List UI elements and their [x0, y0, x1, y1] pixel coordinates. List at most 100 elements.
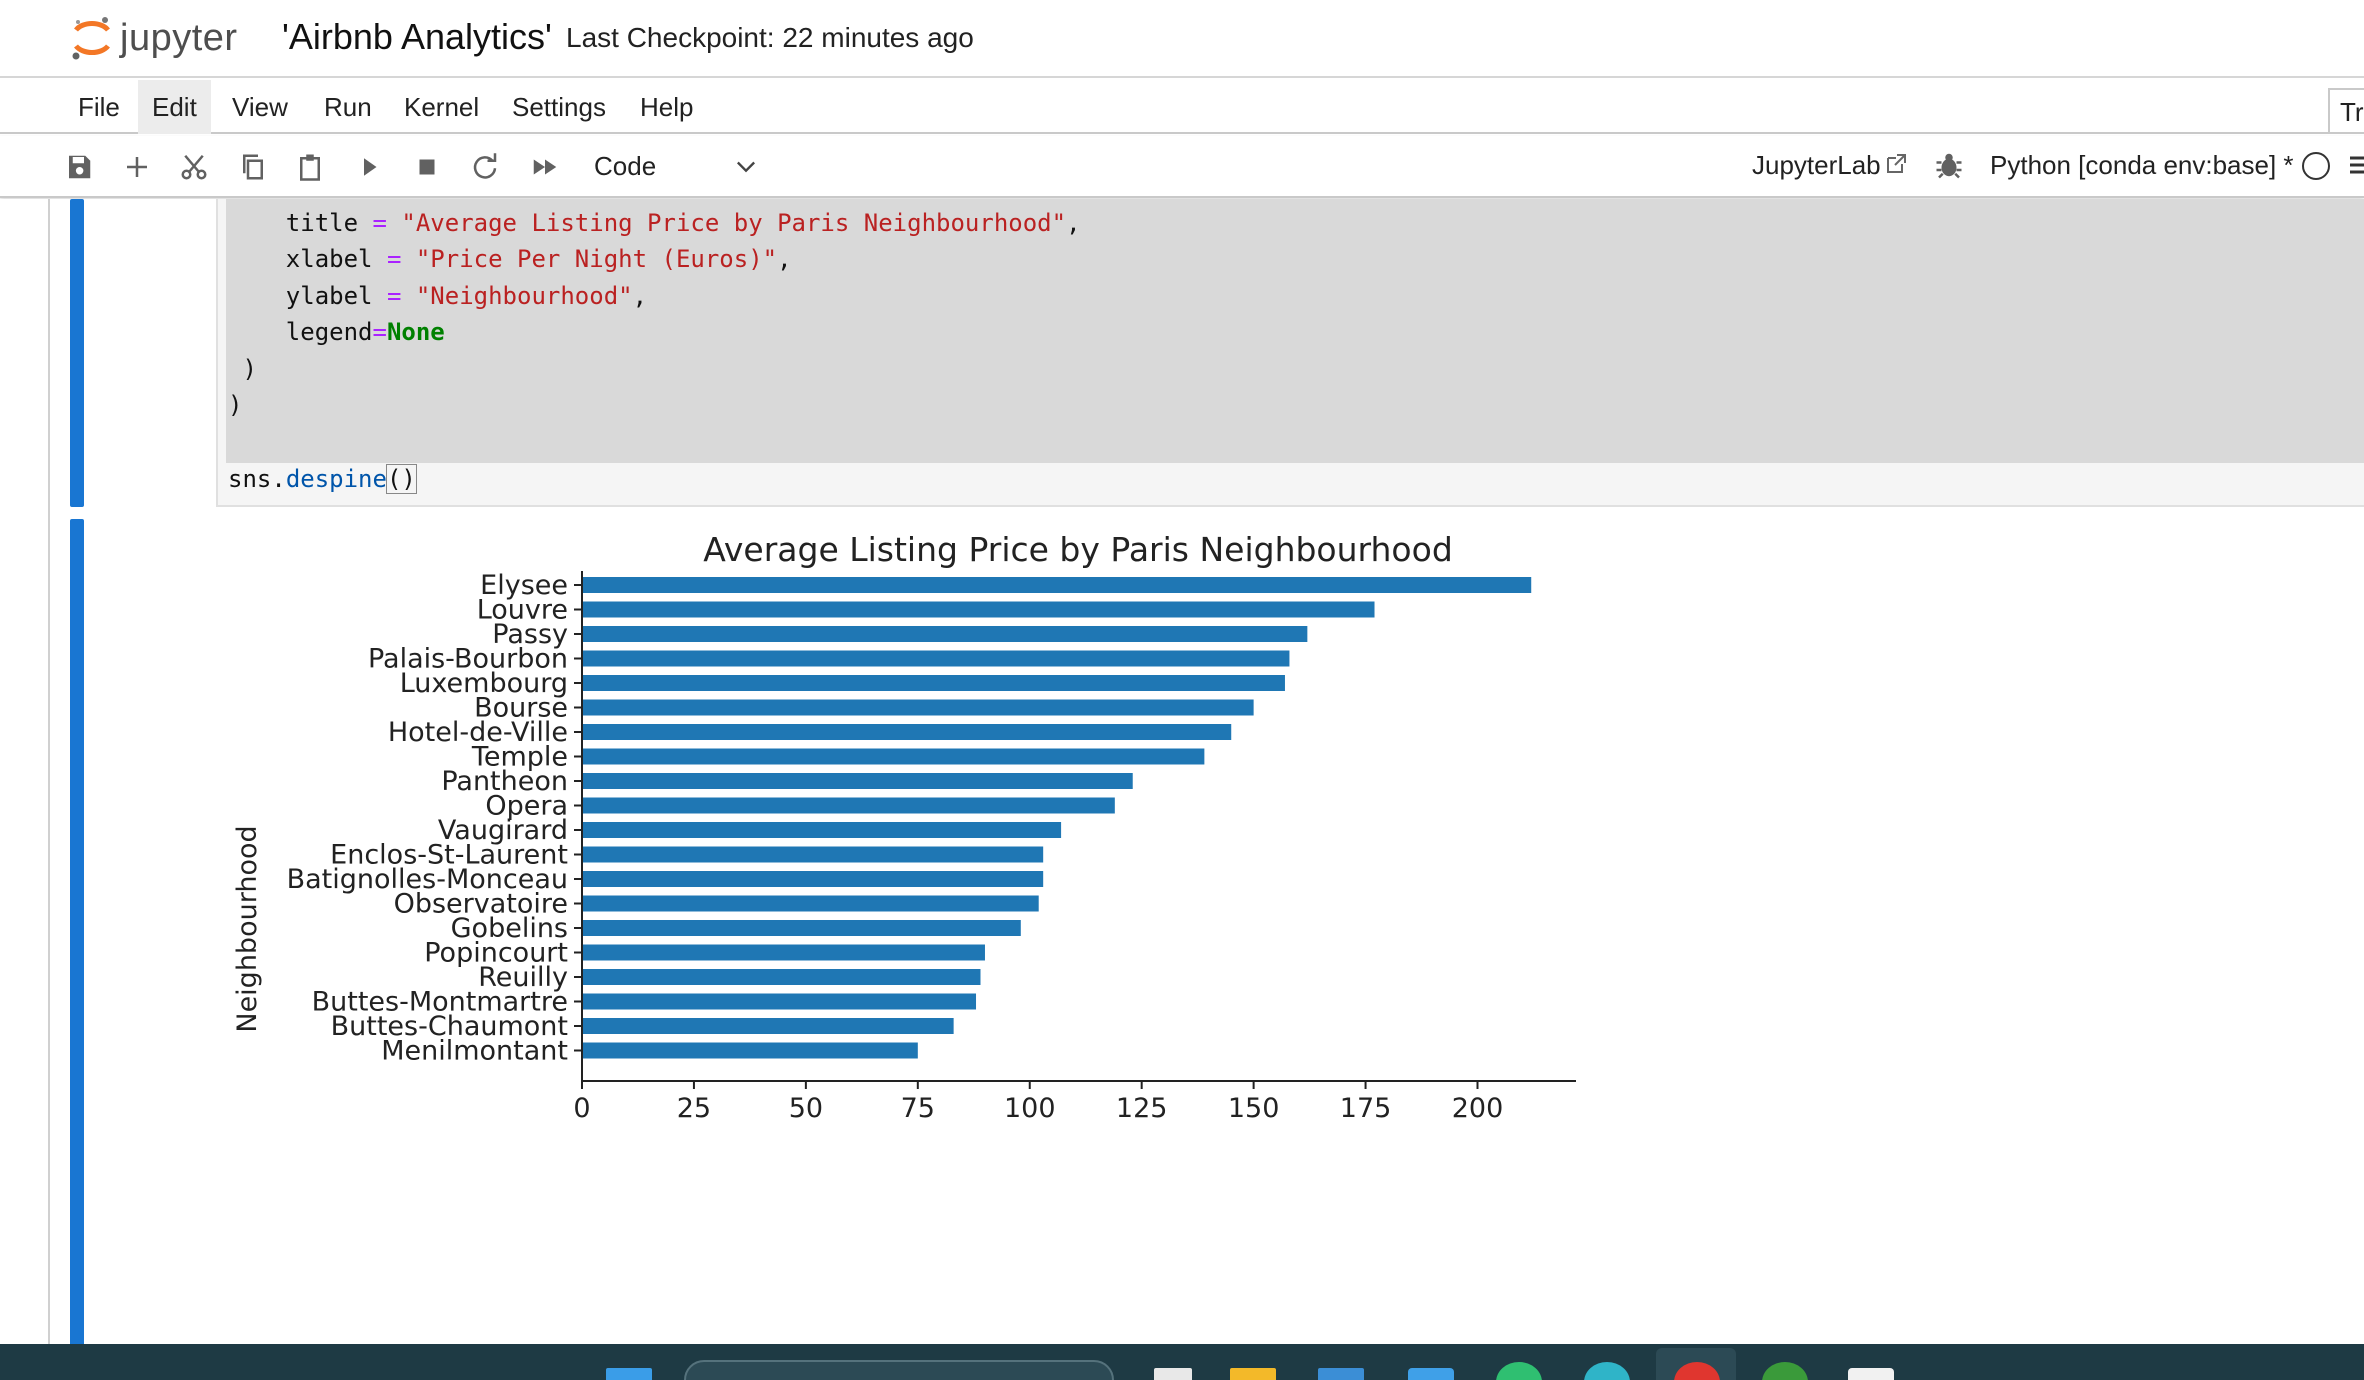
- external-link-icon: [1887, 154, 1906, 173]
- x-tick-label: 0: [573, 1093, 590, 1124]
- jupyter-logo-icon: [72, 17, 110, 60]
- paste-button[interactable]: [291, 148, 329, 186]
- code-selection: [226, 199, 2364, 463]
- app-icon-white[interactable]: [1848, 1368, 1894, 1380]
- chart-y-ticks: ElyseeLouvrePassyPalais-BourbonLuxembour…: [287, 570, 582, 1067]
- add-cell-icon: [127, 157, 147, 177]
- stop-icon: [419, 159, 435, 175]
- menu-file[interactable]: File: [64, 80, 134, 134]
- menu-settings[interactable]: Settings: [498, 80, 620, 134]
- x-tick-label: 150: [1228, 1093, 1280, 1124]
- notebook-left-border: [48, 199, 50, 1344]
- bar-opera: [582, 797, 1115, 814]
- notebook-title[interactable]: 'Airbnb Analytics': [282, 16, 552, 58]
- bar-vaugirard: [582, 822, 1062, 838]
- run-icon: [364, 158, 377, 176]
- run-all-button[interactable]: [526, 148, 564, 186]
- fast-forward-icon: [533, 159, 557, 175]
- input-collapser[interactable]: [70, 199, 84, 507]
- checkpoint-status: Last Checkpoint: 22 minutes ago: [566, 22, 974, 53]
- bar-observatoire: [582, 895, 1039, 912]
- bar-buttes-montmartre: [582, 993, 977, 1010]
- code-line-despine: sns.despine(): [228, 464, 417, 494]
- app-icon[interactable]: [1584, 1362, 1630, 1380]
- whatsapp-icon[interactable]: [1496, 1362, 1542, 1380]
- save-icon: [69, 155, 91, 179]
- y-tick-label: Menilmontant: [381, 1036, 568, 1067]
- code-line-title: title = "Average Listing Price by Paris …: [285, 209, 1081, 237]
- bar-temple: [582, 748, 1205, 765]
- bar-chart: Average Listing Price by Paris Neighbour…: [232, 530, 1576, 1124]
- cell-type-select[interactable]: Code: [594, 146, 764, 186]
- jupyter-logo[interactable]: jupyter: [68, 8, 268, 68]
- chart-bars: [582, 577, 1532, 1059]
- save-button[interactable]: [60, 148, 98, 186]
- x-tick-label: 175: [1340, 1093, 1392, 1124]
- app-header: jupyter 'Airbnb Analytics' Last Checkpoi…: [0, 0, 2364, 78]
- kernel-status-icon: [2302, 152, 2330, 180]
- bar-luxembourg: [582, 675, 1285, 691]
- bar-gobelins: [582, 920, 1021, 936]
- bar-palais-bourbon: [582, 650, 1290, 667]
- output-collapser[interactable]: [70, 519, 84, 1344]
- bar-elysee: [582, 577, 1532, 593]
- cell-type-value: Code: [594, 151, 657, 181]
- add-cell-button[interactable]: [118, 148, 156, 186]
- menu-kernel[interactable]: Kernel: [390, 80, 493, 134]
- app-icon-green[interactable]: [1762, 1362, 1808, 1380]
- jupyterlab-link[interactable]: JupyterLab: [1752, 150, 1881, 181]
- x-tick-label: 25: [677, 1093, 711, 1124]
- bar-batignolles-monceau: [582, 871, 1044, 887]
- chevron-down-icon: [737, 161, 755, 173]
- partial-tab[interactable]: Tr: [2328, 88, 2364, 132]
- copy-button[interactable]: [234, 148, 272, 186]
- notebook-panel: title = "Average Listing Price by Paris …: [0, 199, 2364, 1344]
- task-view-icon[interactable]: [1154, 1368, 1192, 1380]
- menu-run[interactable]: Run: [310, 80, 386, 134]
- menu-icon[interactable]: [2348, 154, 2364, 176]
- x-tick-label: 50: [789, 1093, 823, 1124]
- stop-button[interactable]: [408, 148, 446, 186]
- windows-start-icon[interactable]: [606, 1368, 652, 1380]
- bar-pantheon: [582, 773, 1133, 789]
- restart-button[interactable]: [466, 148, 504, 186]
- bar-reuilly: [582, 969, 981, 985]
- code-line-close1: ): [228, 355, 257, 383]
- code-line-xlabel: xlabel = "Price Per Night (Euros)",: [285, 245, 792, 273]
- cut-button[interactable]: [175, 148, 213, 186]
- taskbar-search-input[interactable]: [684, 1360, 1114, 1380]
- menu-help[interactable]: Help: [626, 80, 707, 134]
- bar-hotel-de-ville: [582, 724, 1232, 740]
- kernel-name[interactable]: Python [conda env:base] *: [1990, 150, 2294, 181]
- chart-y-axis-label: Neighbourhood: [232, 825, 263, 1032]
- code-line-ylabel: ylabel = "Neighbourhood",: [285, 282, 648, 310]
- edge-icon[interactable]: [1408, 1368, 1454, 1380]
- x-tick-label: 200: [1452, 1093, 1504, 1124]
- bar-menilmontant: [582, 1042, 918, 1059]
- logo-text: jupyter: [120, 16, 238, 59]
- os-taskbar: [0, 1344, 2364, 1380]
- restart-icon: [473, 153, 497, 179]
- code-line-legend: legend=None: [285, 318, 445, 346]
- bar-enclos-st-laurent: [582, 846, 1044, 863]
- x-tick-label: 100: [1004, 1093, 1056, 1124]
- debugger-icon[interactable]: [1934, 150, 1964, 180]
- store-icon[interactable]: [1318, 1368, 1364, 1380]
- bar-passy: [582, 626, 1308, 642]
- x-tick-label: 125: [1116, 1093, 1168, 1124]
- bar-popincourt: [582, 944, 985, 961]
- menu-edit[interactable]: Edit: [138, 80, 211, 134]
- cut-icon: [181, 154, 207, 180]
- file-explorer-icon[interactable]: [1230, 1368, 1276, 1380]
- run-button[interactable]: [350, 148, 388, 186]
- chart-title: Average Listing Price by Paris Neighbour…: [703, 530, 1453, 569]
- menu-view[interactable]: View: [218, 80, 302, 134]
- menu-bar: File Edit View Run Kernel Settings Help …: [0, 80, 2364, 134]
- x-tick-label: 75: [901, 1093, 935, 1124]
- bar-buttes-chaumont: [582, 1018, 954, 1034]
- bar-bourse: [582, 699, 1254, 716]
- copy-icon: [243, 154, 263, 180]
- code-line-close2: ): [228, 391, 243, 419]
- chart-x-ticks: 0 25 50 75 100 125 150 175 200: [573, 1081, 1503, 1124]
- paste-icon: [300, 154, 320, 181]
